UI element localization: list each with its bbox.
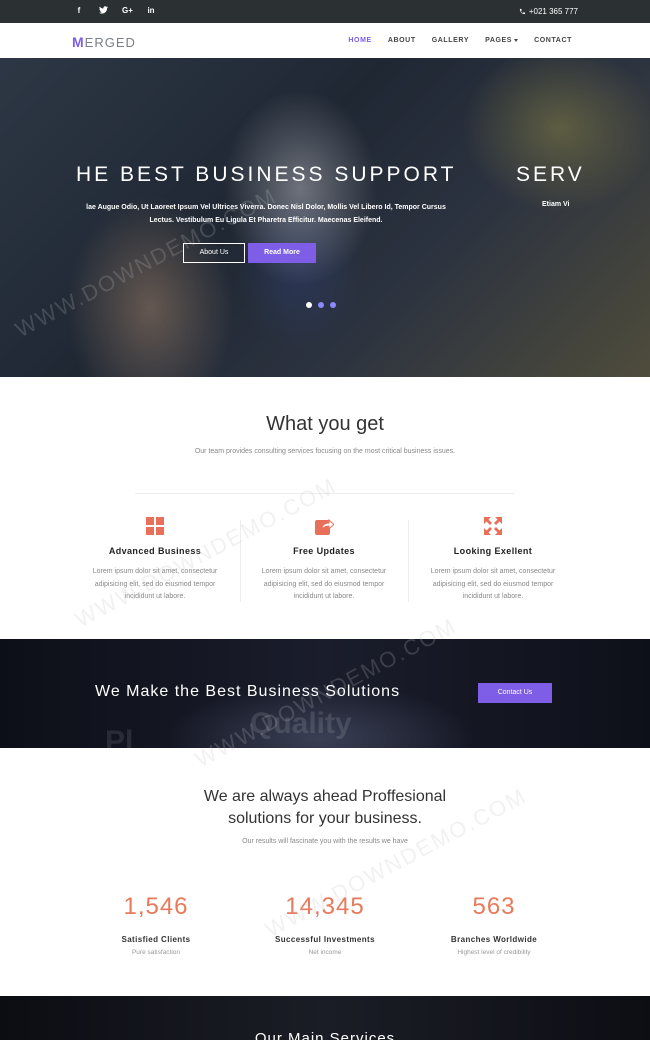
linkedin-icon[interactable]: in xyxy=(146,6,156,16)
hero-text-next-slide: Etiam Vi xyxy=(542,201,570,208)
stat-sub: Highest level of credibility xyxy=(457,949,531,956)
stat-number: 1,546 xyxy=(123,893,189,920)
logo-initial: M xyxy=(72,34,85,50)
ahead-subtitle: Our results will fascinate you with the … xyxy=(242,838,408,845)
about-us-button[interactable]: About Us xyxy=(183,243,245,263)
stat-number: 563 xyxy=(472,893,516,920)
navbar: MERGED HOME ABOUT GALLERY PAGES CONTACT xyxy=(0,23,650,58)
feature-title: Advanced Business xyxy=(108,546,202,556)
background-text: Pl xyxy=(105,725,134,748)
slider-dots xyxy=(306,302,336,308)
facebook-icon[interactable]: f xyxy=(74,6,84,16)
slider-dot-1[interactable] xyxy=(306,302,312,308)
google-plus-icon[interactable]: G+ xyxy=(122,6,133,16)
stat-label: Successful Investments xyxy=(275,935,375,944)
grid-icon xyxy=(146,517,164,535)
main-menu: HOME ABOUT GALLERY PAGES CONTACT xyxy=(348,37,572,44)
stat-label: Satisfied Clients xyxy=(121,935,191,944)
hero-text: lae Augue Odio, Ut Laoreet Ipsum Vel Ult… xyxy=(86,204,446,224)
ahead-title: We are always ahead Proffesional solutio… xyxy=(0,786,650,830)
menu-pages[interactable]: PAGES xyxy=(485,37,519,44)
menu-home[interactable]: HOME xyxy=(348,37,371,44)
feature-free-updates: Free Updates Lorem ipsum dolor sit amet,… xyxy=(239,516,409,604)
read-more-button[interactable]: Read More xyxy=(248,243,316,263)
feature-text: Lorem ipsum dolor sit amet, consectetur … xyxy=(261,568,387,600)
share-icon xyxy=(315,518,334,535)
services-section: Our Main Services xyxy=(0,996,650,1040)
feature-advanced-business: Advanced Business Lorem ipsum dolor sit … xyxy=(70,516,240,604)
menu-about[interactable]: ABOUT xyxy=(388,37,416,44)
services-title: Our Main Services xyxy=(254,1030,396,1040)
chevron-down-icon xyxy=(514,38,519,42)
feature-looking-exellent: Looking Exellent Lorem ipsum dolor sit a… xyxy=(408,516,578,604)
phone-number[interactable]: +021 365 777 xyxy=(519,7,578,16)
divider xyxy=(135,493,515,494)
feature-title: Free Updates xyxy=(293,546,355,556)
slider-dot-3[interactable] xyxy=(330,302,336,308)
stat-label: Branches Worldwide xyxy=(450,935,538,944)
stat-sub: Pure satisfaction xyxy=(131,949,181,956)
expand-icon xyxy=(484,517,502,535)
hero-title-next-slide: SERV xyxy=(516,163,585,186)
logo[interactable]: MERGED xyxy=(72,34,136,50)
twitter-icon[interactable] xyxy=(98,6,108,16)
phone-text: +021 365 777 xyxy=(528,7,578,16)
stat-sub: Net income xyxy=(308,949,342,956)
social-links: f G+ in xyxy=(74,6,156,16)
hero-slider[interactable]: HE BEST BUSINESS SUPPORT SERV lae Augue … xyxy=(0,58,650,377)
hero-title: HE BEST BUSINESS SUPPORT xyxy=(76,163,457,186)
background-text: Quality xyxy=(250,707,352,740)
slider-dot-2[interactable] xyxy=(318,302,324,308)
what-you-get-title: What you get xyxy=(266,413,384,435)
feature-text: Lorem ipsum dolor sit amet, consectetur … xyxy=(92,568,218,600)
feature-text: Lorem ipsum dolor sit amet, consectetur … xyxy=(430,568,556,600)
top-bar: f G+ in +021 365 777 xyxy=(0,0,650,23)
cta-title: We Make the Best Business Solutions xyxy=(95,683,401,700)
menu-pages-label: PAGES xyxy=(485,37,513,44)
feature-title: Looking Exellent xyxy=(453,546,533,556)
contact-us-button[interactable]: Contact Us xyxy=(478,683,552,703)
logo-text: ERGED xyxy=(84,35,136,50)
what-you-get-subtitle: Our team provides consulting services fo… xyxy=(194,448,456,455)
stat-satisfied-clients: 1,546 Satisfied Clients Pure satisfactio… xyxy=(66,893,246,956)
ahead-title-line1: We are always ahead Proffesional xyxy=(203,788,447,805)
menu-gallery[interactable]: GALLERY xyxy=(432,37,469,44)
phone-icon xyxy=(519,8,525,15)
stat-successful-investments: 14,345 Successful Investments Net income xyxy=(235,893,415,956)
stat-branches-worldwide: 563 Branches Worldwide Highest level of … xyxy=(404,893,584,956)
menu-contact[interactable]: CONTACT xyxy=(534,37,572,44)
ahead-title-line2: solutions for your business. xyxy=(228,810,422,827)
stat-number: 14,345 xyxy=(285,893,365,920)
cta-banner: Quality Pl We Make the Best Business Sol… xyxy=(0,639,650,748)
